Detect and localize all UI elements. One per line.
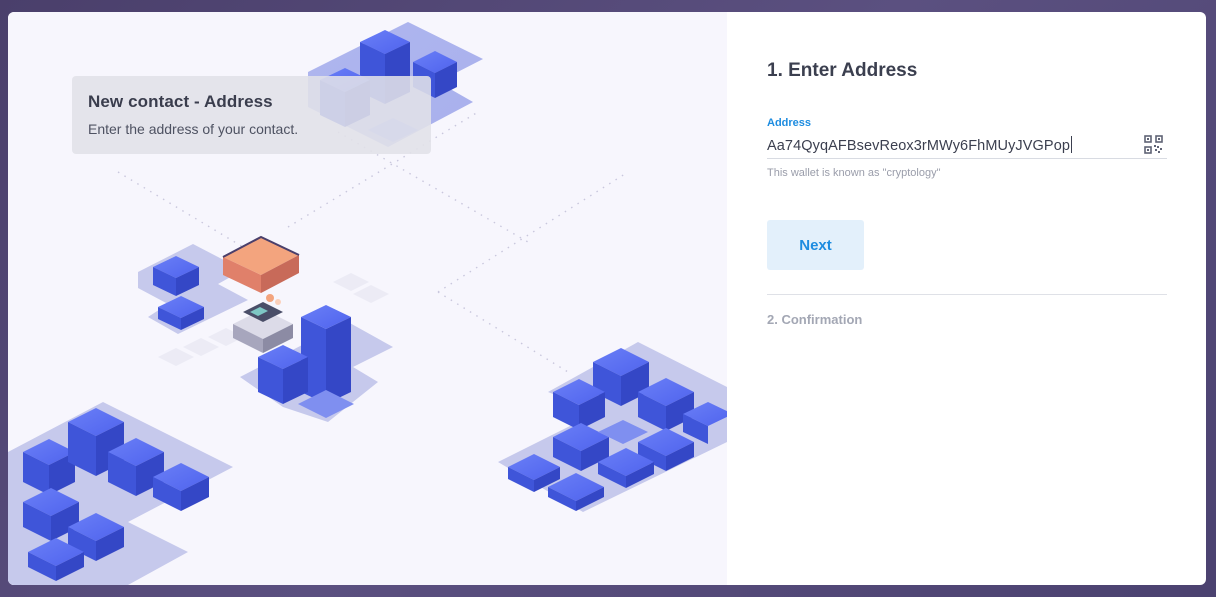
form-panel: 1. Enter Address Address Aa74QyqAFBsevRe… bbox=[767, 12, 1167, 585]
tooltip-title: New contact - Address bbox=[88, 92, 273, 111]
illustration-panel: New contact - Address Enter the address … bbox=[8, 12, 727, 585]
onboarding-tooltip: New contact - Address Enter the address … bbox=[72, 76, 431, 154]
step1-title: 1. Enter Address bbox=[767, 60, 918, 81]
text-caret bbox=[1071, 136, 1073, 153]
step-divider bbox=[767, 294, 1167, 295]
next-button[interactable]: Next bbox=[767, 220, 864, 270]
address-hint: This wallet is known as "cryptology" bbox=[767, 167, 941, 179]
address-text: Aa74QyqAFBsevReox3rMWy6FhMUyJVGPop bbox=[767, 138, 1071, 154]
address-field[interactable]: Aa74QyqAFBsevReox3rMWy6FhMUyJVGPop bbox=[767, 132, 1167, 159]
step2-title: 2. Confirmation bbox=[767, 312, 863, 327]
address-label: Address bbox=[767, 117, 812, 129]
qr-code-icon[interactable] bbox=[1144, 135, 1163, 154]
app-window: New contact - Address Enter the address … bbox=[8, 12, 1206, 585]
tooltip-subtitle: Enter the address of your contact. bbox=[88, 121, 299, 137]
address-input-value[interactable]: Aa74QyqAFBsevReox3rMWy6FhMUyJVGPop bbox=[767, 136, 1073, 154]
